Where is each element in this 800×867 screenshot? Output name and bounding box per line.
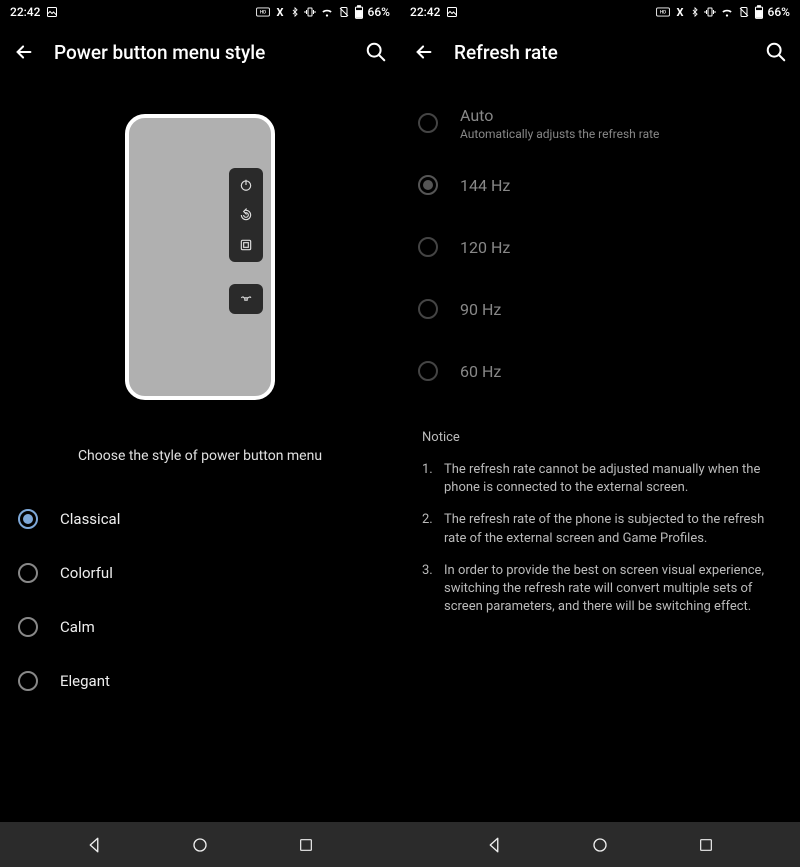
battery-percent: 66% [368, 5, 390, 19]
radio-label: 144 Hz [460, 176, 510, 195]
resolution-icon: HD [656, 7, 670, 17]
radio-indicator [18, 509, 38, 529]
screen-refresh-rate: 22:42 HD X 66% Refresh rate [400, 0, 800, 822]
wifi-icon [720, 6, 734, 18]
notice-text: The refresh rate of the phone is subject… [444, 511, 778, 547]
radio-label: Auto [460, 106, 659, 125]
notice-item: 1. The refresh rate cannot be adjusted m… [422, 461, 778, 497]
radio-option-144hz: 144 Hz [400, 154, 800, 216]
notice-title: Notice [422, 430, 778, 445]
status-time: 22:42 [410, 5, 440, 19]
nav-recent-button[interactable] [694, 833, 718, 857]
radio-sublabel: Automatically adjusts the refresh rate [460, 127, 659, 141]
back-button[interactable] [412, 40, 436, 64]
status-bar: 22:42 HD X 66% [0, 0, 400, 24]
notice-text: In order to provide the best on screen v… [444, 562, 778, 617]
radio-indicator [418, 237, 438, 257]
radio-option-elegant[interactable]: Elegant [0, 654, 400, 708]
radio-indicator [18, 671, 38, 691]
app-bar: Power button menu style [0, 24, 400, 80]
app-bar: Refresh rate [400, 24, 800, 80]
search-button[interactable] [764, 40, 788, 64]
radio-option-60hz: 60 Hz [400, 340, 800, 402]
x-mode-icon: X [274, 6, 286, 18]
vibrate-icon [304, 6, 316, 18]
radio-option-colorful[interactable]: Colorful [0, 546, 400, 600]
radio-label: Calm [60, 618, 95, 636]
radio-option-90hz: 90 Hz [400, 278, 800, 340]
resolution-icon: HD [256, 7, 270, 17]
no-sim-icon [738, 6, 750, 18]
back-button[interactable] [12, 40, 36, 64]
nav-home-button[interactable] [588, 833, 612, 857]
radio-indicator [418, 175, 438, 195]
radio-label: 90 Hz [460, 300, 501, 319]
notice-item: 3. In order to provide the best on scree… [422, 562, 778, 617]
radio-option-calm[interactable]: Calm [0, 600, 400, 654]
notice-item: 2. The refresh rate of the phone is subj… [422, 511, 778, 547]
bluetooth-icon [690, 6, 700, 18]
nav-recent-button[interactable] [294, 833, 318, 857]
screenshot-icon [46, 6, 58, 18]
page-title: Power button menu style [54, 41, 346, 64]
status-bar: 22:42 HD X 66% [400, 0, 800, 24]
page-subtitle: Choose the style of power button menu [0, 448, 400, 464]
nav-back-button[interactable] [82, 833, 106, 857]
power-icon [235, 174, 257, 196]
screenshot-icon [235, 234, 257, 256]
x-mode-icon: X [674, 6, 686, 18]
refresh-rate-options: Auto Automatically adjusts the refresh r… [400, 92, 800, 402]
no-sim-icon [338, 6, 350, 18]
notice-section: Notice 1. The refresh rate cannot be adj… [400, 430, 800, 616]
radio-label: Colorful [60, 564, 113, 582]
battery-icon [754, 5, 764, 19]
style-options: Classical Colorful Calm Elegant [0, 492, 400, 708]
svg-text:X: X [676, 6, 683, 18]
radio-label: 120 Hz [460, 238, 510, 257]
radio-indicator [418, 299, 438, 319]
status-time: 22:42 [10, 5, 40, 19]
bluetooth-icon [290, 6, 300, 18]
nav-back-button[interactable] [482, 833, 506, 857]
vibrate-icon [704, 6, 716, 18]
wifi-icon [320, 6, 334, 18]
notice-text: The refresh rate cannot be adjusted manu… [444, 461, 778, 497]
radio-indicator [18, 617, 38, 637]
nav-home-button[interactable] [188, 833, 212, 857]
radio-option-classical[interactable]: Classical [0, 492, 400, 546]
style-preview [0, 114, 400, 400]
radio-label: Elegant [60, 672, 110, 690]
restart-icon [235, 204, 257, 226]
battery-icon [354, 5, 364, 19]
battery-percent: 66% [768, 5, 790, 19]
radio-indicator [18, 563, 38, 583]
radio-option-120hz: 120 Hz [400, 216, 800, 278]
radio-indicator [418, 361, 438, 381]
navigation-bar [0, 822, 800, 867]
svg-text:HD: HD [259, 10, 265, 16]
radio-label: Classical [60, 510, 120, 528]
radio-option-auto: Auto Automatically adjusts the refresh r… [400, 92, 800, 154]
search-button[interactable] [364, 40, 388, 64]
svg-text:HD: HD [659, 10, 665, 16]
radio-label: 60 Hz [460, 362, 501, 381]
svg-text:X: X [276, 6, 283, 18]
emergency-icon [239, 292, 253, 306]
radio-indicator [418, 113, 438, 133]
page-title: Refresh rate [454, 41, 746, 64]
screen-power-menu-style: 22:42 HD X 66% Power button menu style [0, 0, 400, 822]
screenshot-icon [446, 6, 458, 18]
